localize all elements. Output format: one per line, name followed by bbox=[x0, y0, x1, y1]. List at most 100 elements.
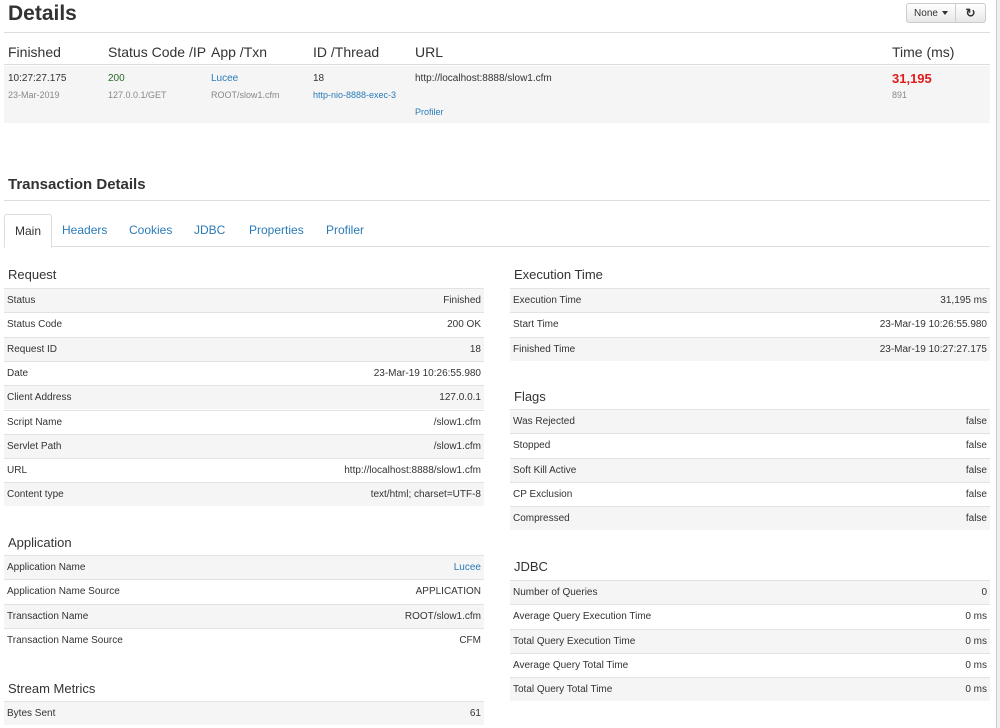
stream-metrics-title: Stream Metrics bbox=[8, 681, 96, 696]
request-row: URL http://localhost:8888/slow1.cfm bbox=[4, 458, 484, 482]
request-row-key: Script Name bbox=[7, 416, 63, 428]
header-id: ID /Thread bbox=[313, 44, 380, 60]
jdbc-row-key: Average Query Total Time bbox=[513, 659, 629, 671]
refresh-icon: ↻ bbox=[965, 6, 976, 20]
finished-time: 10:27:27.175 bbox=[8, 73, 67, 84]
execution-row-value: 31,195 ms bbox=[940, 295, 987, 306]
time-sub: 891 bbox=[892, 90, 908, 100]
application-title: Application bbox=[8, 535, 72, 550]
tab-bar: Main Headers Cookies JDBC Properties Pro… bbox=[4, 214, 990, 248]
txn-name: ROOT/slow1.cfm bbox=[211, 90, 280, 100]
tab-properties[interactable]: Properties bbox=[239, 214, 314, 247]
flags-row: Was Rejected false bbox=[510, 409, 990, 433]
flags-row-value: false bbox=[965, 513, 987, 525]
ip-method: 127.0.0.1/GET bbox=[108, 90, 167, 100]
application-row-key: Transaction Name Source bbox=[7, 634, 123, 646]
jdbc-row-value: 0 ms bbox=[965, 659, 987, 671]
application-row-value[interactable]: Lucee bbox=[454, 562, 481, 573]
tab-jdbc[interactable]: JDBC bbox=[184, 214, 235, 247]
execution-row: Start Time 23-Mar-19 10:26:55.980 bbox=[510, 312, 990, 336]
jdbc-row: Average Query Total Time 0 ms bbox=[510, 652, 990, 677]
flags-title: Flags bbox=[514, 389, 546, 404]
jdbc-title: JDBC bbox=[514, 559, 548, 574]
request-row-key: Client Address bbox=[7, 392, 72, 404]
flags-row-key: CP Exclusion bbox=[513, 488, 573, 500]
application-row-value: CFM bbox=[459, 634, 481, 646]
request-row-value: 200 OK bbox=[447, 319, 481, 331]
header-url: URL bbox=[415, 44, 444, 60]
execution-row-value: 23-Mar-19 10:27:27.175 bbox=[879, 343, 987, 355]
app-link[interactable]: Lucee bbox=[211, 73, 238, 84]
request-url: http://localhost:8888/slow1.cfm bbox=[415, 73, 552, 84]
request-row-value: /slow1.cfm bbox=[433, 440, 481, 452]
jdbc-row-value: 0 ms bbox=[965, 635, 987, 647]
tab-profiler[interactable]: Profiler bbox=[316, 214, 374, 247]
jdbc-row: Number of Queries 0 bbox=[510, 580, 990, 604]
flags-row: Soft Kill Active false bbox=[510, 457, 990, 482]
flags-row-key: Soft Kill Active bbox=[513, 464, 577, 476]
stream-row-value: 61 bbox=[469, 708, 481, 719]
request-row: Servlet Path/slow1.cfm bbox=[4, 433, 484, 458]
application-row-key: Transaction Name bbox=[7, 610, 89, 622]
flags-row-value: false bbox=[965, 464, 987, 476]
page-title: Details bbox=[8, 2, 77, 25]
execution-row-key: Start Time bbox=[513, 319, 559, 331]
time-ms: 31,195 bbox=[892, 71, 932, 86]
tab-cookies[interactable]: Cookies bbox=[119, 214, 182, 247]
scrollbar[interactable] bbox=[996, 0, 1000, 728]
transaction-details-title: Transaction Details bbox=[8, 176, 146, 193]
execution-row-key: Execution Time bbox=[513, 295, 582, 306]
header-finished: Finished bbox=[8, 44, 61, 60]
request-row-key: Servlet Path bbox=[7, 440, 62, 452]
flags-row-key: Stopped bbox=[513, 440, 551, 452]
none-dropdown-button[interactable]: None bbox=[906, 3, 956, 23]
application-row: Application Name Source APPLICATION bbox=[4, 579, 484, 603]
jdbc-row: Total Query Execution Time 0 ms bbox=[510, 628, 990, 653]
tab-main[interactable]: Main bbox=[4, 214, 53, 248]
request-row-value: 18 bbox=[469, 343, 481, 355]
request-row-key: Status Code bbox=[7, 319, 63, 331]
request-row-value: /slow1.cfm bbox=[433, 416, 481, 428]
request-row: Script Name/slow1.cfm bbox=[4, 409, 484, 434]
flags-row: CP Exclusion false bbox=[510, 481, 990, 506]
request-row: Content type text/html; charset=UTF-8 bbox=[4, 482, 484, 507]
request-row-key: Request ID bbox=[7, 343, 58, 355]
jdbc-row: Average Query Execution Time 0 ms bbox=[510, 604, 990, 628]
flags-row-key: Was Rejected bbox=[513, 416, 575, 427]
request-row: Request ID 18 bbox=[4, 336, 484, 361]
execution-row-key: Finished Time bbox=[513, 343, 576, 355]
application-row: Transaction Name ROOT/slow1.cfm bbox=[4, 603, 484, 628]
finished-date: 23-Mar-2019 bbox=[8, 90, 60, 100]
thread-link[interactable]: http-nio-8888-exec-3 bbox=[313, 90, 396, 100]
request-row-key: Status bbox=[7, 295, 36, 306]
header-time: Time (ms) bbox=[892, 44, 955, 60]
flags-row-value: false bbox=[965, 440, 987, 452]
jdbc-row-key: Total Query Execution Time bbox=[513, 635, 636, 647]
tab-headers[interactable]: Headers bbox=[52, 214, 117, 247]
stream-row: Bytes Sent 61 bbox=[4, 701, 484, 725]
flags-row: Compressed false bbox=[510, 506, 990, 531]
status-code: 200 bbox=[108, 73, 125, 84]
title-divider bbox=[4, 32, 990, 33]
summary-header-divider bbox=[4, 64, 990, 65]
stream-row-key: Bytes Sent bbox=[7, 708, 56, 719]
application-row-value: ROOT/slow1.cfm bbox=[404, 610, 481, 622]
jdbc-row-key: Number of Queries bbox=[513, 587, 598, 598]
application-row-value: APPLICATION bbox=[415, 586, 481, 598]
application-row: Application Name Lucee bbox=[4, 555, 484, 579]
request-row-key: URL bbox=[7, 465, 28, 477]
request-row: Status Finished bbox=[4, 288, 484, 312]
flags-row-value: false bbox=[965, 416, 987, 427]
refresh-button[interactable]: ↻ bbox=[956, 3, 986, 23]
request-id: 18 bbox=[313, 73, 325, 84]
flags-row-value: false bbox=[965, 488, 987, 500]
flags-row-key: Compressed bbox=[513, 513, 570, 525]
none-dropdown-label: None bbox=[914, 7, 938, 19]
profiler-link[interactable]: Profiler bbox=[415, 107, 444, 117]
request-row-key: Date bbox=[7, 367, 29, 379]
execution-row-value: 23-Mar-19 10:26:55.980 bbox=[879, 319, 987, 331]
execution-time-title: Execution Time bbox=[514, 267, 603, 282]
jdbc-row-value: 0 bbox=[981, 587, 987, 598]
application-row-key: Application Name bbox=[7, 562, 86, 573]
jdbc-row-value: 0 ms bbox=[965, 684, 987, 696]
